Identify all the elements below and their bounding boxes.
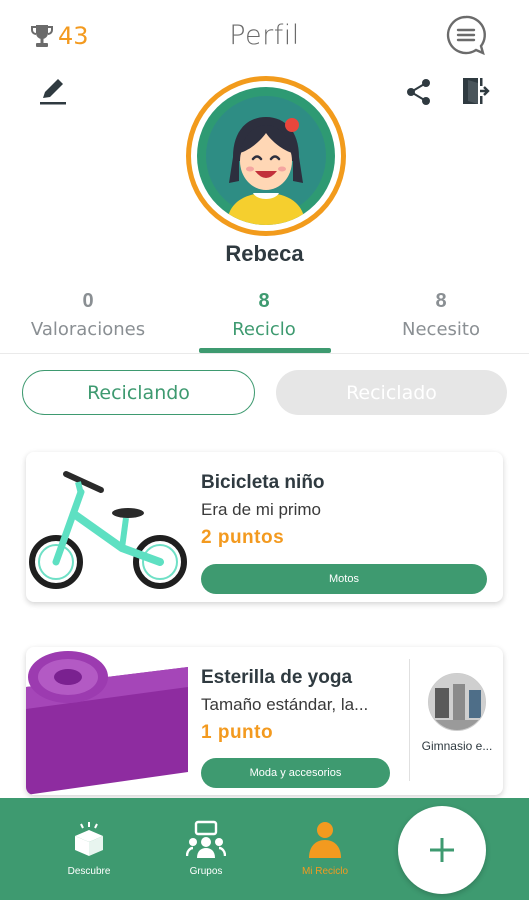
item-points: 2 puntos (201, 527, 285, 548)
category-tag[interactable]: Motos (201, 564, 487, 594)
yoga-mat-icon (26, 651, 188, 795)
bicycle-icon (29, 471, 187, 589)
plus-icon (430, 838, 454, 862)
tab-label: Valoraciones (30, 319, 146, 340)
item-card[interactable]: Bicicleta niño Era de mi primo 2 puntos … (26, 452, 503, 602)
group-icon (186, 820, 226, 858)
item-description: Tamaño estándar, la... (201, 695, 369, 714)
share-icon (407, 79, 430, 105)
item-points: 1 punto (201, 722, 274, 743)
item-title: Bicicleta niño (201, 472, 325, 493)
user-name: Rebeca (225, 241, 304, 266)
logout-icon (463, 78, 490, 104)
nav-descubre[interactable]: Descubre (44, 820, 134, 877)
box-icon (75, 822, 103, 856)
tab-label: Necesito (402, 319, 480, 340)
tab-valoraciones[interactable]: 0 Valoraciones (0, 290, 176, 340)
edit-profile-button[interactable] (38, 76, 68, 106)
tab-count: 0 (82, 290, 94, 312)
chat-button[interactable] (445, 14, 487, 56)
nav-mi-reciclo[interactable]: Mi Reciclo (280, 820, 370, 877)
avatar-image (197, 87, 335, 225)
nav-label: Grupos (189, 866, 223, 877)
item-image (26, 452, 188, 602)
reciclado-toggle-button[interactable]: Reciclado (276, 370, 507, 415)
nav-label: Descubre (67, 866, 111, 877)
gym-photo-icon (429, 674, 485, 730)
group-name: Gimnasio e... (421, 739, 493, 753)
item-card[interactable]: Esterilla de yoga Tamaño estándar, la...… (26, 647, 503, 795)
tab-label: Reciclo (232, 319, 296, 340)
share-button[interactable] (405, 78, 433, 106)
reciclando-toggle-button[interactable]: Reciclando (22, 370, 255, 415)
add-button[interactable] (398, 806, 486, 894)
item-description: Era de mi primo (201, 500, 321, 519)
item-image (26, 647, 188, 795)
divider (409, 659, 410, 781)
tab-count: 8 (435, 290, 447, 312)
avatar[interactable] (186, 76, 346, 236)
pencil-icon (40, 79, 66, 105)
profile-tabs: 0 Valoraciones 8 Reciclo 8 Necesito (0, 290, 529, 354)
nav-label: Mi Reciclo (301, 866, 349, 877)
header: 43 Perfil (0, 0, 529, 70)
category-tag[interactable]: Moda y accesorios (201, 758, 390, 788)
tab-count: 8 (258, 290, 270, 312)
tab-necesito[interactable]: 8 Necesito (353, 290, 529, 340)
chat-icon (446, 15, 486, 56)
tab-reciclo[interactable]: 8 Reciclo (176, 290, 352, 340)
item-title: Esterilla de yoga (201, 667, 353, 688)
girl-avatar-icon (206, 96, 326, 225)
logout-button[interactable] (460, 76, 490, 106)
nav-grupos[interactable]: Grupos (161, 820, 251, 877)
person-icon (309, 822, 341, 858)
group-avatar[interactable] (428, 673, 486, 731)
active-tab-indicator (199, 348, 331, 353)
